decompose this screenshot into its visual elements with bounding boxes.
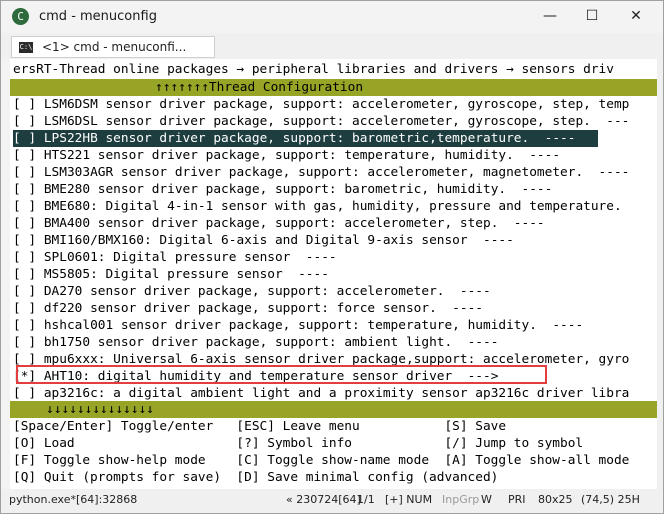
checkbox-marker[interactable]: [ ] [13, 267, 36, 282]
status-inpgrp: InpGrp [442, 493, 480, 506]
status-process[interactable]: python.exe*[64]:32868 [9, 493, 137, 506]
menu-item[interactable]: [ ] SPL0601: Digital pressure sensor ---… [13, 249, 337, 266]
menu-item-label: BMI160/BMX160: Digital 6-axis and Digita… [43, 233, 514, 248]
checkbox-marker[interactable]: [ ] [13, 131, 36, 146]
menu-item-label: hshcal001 sensor driver package, support… [43, 318, 584, 333]
terminal-area[interactable]: ersRT-Thread online packages → periphera… [10, 59, 657, 489]
checkbox-marker[interactable]: [ ] [13, 250, 36, 265]
tab-bar: C:\ <1> cmd - menuconfi... ▾ + ▾ ▣ ▾ 🔒 ⚙… [1, 33, 663, 86]
checkbox-marker[interactable]: [ ] [13, 199, 36, 214]
menu-item[interactable]: [ ] df220 sensor driver package, support… [13, 300, 483, 317]
title-bar[interactable]: C cmd - menuconfig — ☐ ✕ [1, 1, 663, 33]
menu-item[interactable]: [ ] BME680: Digital 4-in-1 sensor with g… [13, 198, 622, 215]
checkbox-marker[interactable]: [ ] [13, 318, 36, 333]
menu-item-label: BMA400 sensor driver package, support: a… [43, 216, 545, 231]
checkbox-marker[interactable]: [ ] [13, 216, 36, 231]
help-line-2: [O] Load [?] Symbol info [/] Jump to sym… [13, 436, 584, 451]
status-pri: PRI [508, 493, 526, 506]
tab-cmd-menuconfig[interactable]: C:\ <1> cmd - menuconfi... [11, 36, 215, 58]
help-line-1: [Space/Enter] Toggle/enter [ESC] Leave m… [13, 419, 507, 434]
scroll-down-arrows: ↓↓↓↓↓↓↓↓↓↓↓↓↓↓ [46, 402, 154, 417]
checkbox-marker[interactable]: [ ] [13, 386, 36, 401]
conemu-icon[interactable]: C [12, 8, 29, 25]
status-cursor: (74,5) 25H [581, 493, 640, 506]
menu-item-label: DA270 sensor driver package, support: ac… [43, 284, 491, 299]
checkbox-marker[interactable]: [ ] [13, 284, 36, 299]
menu-item-label: ap3216c: a digital ambient light and a p… [43, 386, 630, 401]
menu-item-label: LPS22HB sensor driver package, support: … [43, 131, 576, 146]
checkbox-marker[interactable]: [ ] [13, 182, 36, 197]
menu-item[interactable]: [ ] LSM303AGR sensor driver package, sup… [13, 164, 629, 181]
menu-item-label: LSM303AGR sensor driver package, support… [43, 165, 630, 180]
menu-item[interactable]: [ ] bh1750 sensor driver package, suppor… [13, 334, 498, 351]
menu-item-label: LSM6DSL sensor driver package, support: … [43, 114, 630, 129]
checkbox-marker[interactable]: [ ] [13, 97, 36, 112]
status-w: W [481, 493, 492, 506]
status-pages: 1/1 [357, 493, 375, 506]
menu-item[interactable]: [ ] hshcal001 sensor driver package, sup… [13, 317, 583, 334]
status-modes: [+] NUM [385, 493, 433, 506]
cmd-icon: C:\ [19, 42, 33, 53]
breadcrumb: ersRT-Thread online packages → periphera… [13, 62, 614, 77]
scrollbar-track[interactable] [657, 59, 663, 489]
console-window: C cmd - menuconfig — ☐ ✕ C:\ <1> cmd - m… [0, 0, 664, 514]
menu-item-label: HTS221 sensor driver package, support: t… [43, 148, 561, 163]
window-title: cmd - menuconfig [39, 9, 157, 24]
menu-item-label: LSM6DSM sensor driver package, support: … [43, 97, 630, 112]
checkbox-marker[interactable]: [ ] [13, 335, 36, 350]
menu-item[interactable]: [ ] LPS22HB sensor driver package, suppo… [13, 130, 575, 147]
menu-item[interactable]: [ ] ap3216c: a digital ambient light and… [13, 385, 629, 402]
minimize-button[interactable]: — [527, 1, 573, 33]
menu-item-label: BME680: Digital 4-in-1 sensor with gas, … [43, 199, 622, 214]
menu-title: ↑↑↑↑↑↑↑Thread Configuration [155, 80, 364, 95]
menu-item-label: df220 sensor driver package, support: fo… [43, 301, 483, 316]
menu-item-label: SPL0601: Digital pressure sensor ---- [43, 250, 337, 265]
close-button[interactable]: ✕ [613, 1, 659, 33]
menu-item[interactable]: [ ] HTS221 sensor driver package, suppor… [13, 147, 560, 164]
menu-item[interactable]: [ ] LSM6DSM sensor driver package, suppo… [13, 96, 629, 113]
help-line-4: [Q] Quit (prompts for save) [D] Save min… [13, 470, 499, 485]
menu-item[interactable]: [ ] LSM6DSL sensor driver package, suppo… [13, 113, 629, 130]
menu-item-label: MS5805: Digital pressure sensor ---- [43, 267, 329, 282]
checkbox-marker[interactable]: [ ] [13, 301, 36, 316]
menu-item[interactable]: [ ] BME280 sensor driver package, suppor… [13, 181, 552, 198]
menu-item[interactable]: [ ] BMI160/BMX160: Digital 6-axis and Di… [13, 232, 514, 249]
checkbox-marker[interactable]: [ ] [13, 148, 36, 163]
checkbox-marker[interactable]: [ ] [13, 165, 36, 180]
tab-label: <1> cmd - menuconfi... [42, 40, 187, 54]
menu-item[interactable]: [ ] BMA400 sensor driver package, suppor… [13, 215, 545, 232]
annotation-highlight-box [16, 365, 547, 384]
status-bar: python.exe*[64]:32868 « 230724[64] 1/1 [… [1, 489, 663, 513]
checkbox-marker[interactable]: [ ] [13, 114, 36, 129]
checkbox-marker[interactable]: [ ] [13, 233, 36, 248]
status-position: « 230724[64] [286, 493, 361, 506]
menu-item-label: bh1750 sensor driver package, support: a… [43, 335, 499, 350]
status-size: 80x25 [538, 493, 573, 506]
maximize-button[interactable]: ☐ [569, 1, 615, 33]
menu-item-label: BME280 sensor driver package, support: b… [43, 182, 553, 197]
menu-item[interactable]: [ ] DA270 sensor driver package, support… [13, 283, 491, 300]
help-line-3: [F] Toggle show-help mode [C] Toggle sho… [13, 453, 630, 468]
menu-item[interactable]: [ ] MS5805: Digital pressure sensor ---- [13, 266, 329, 283]
